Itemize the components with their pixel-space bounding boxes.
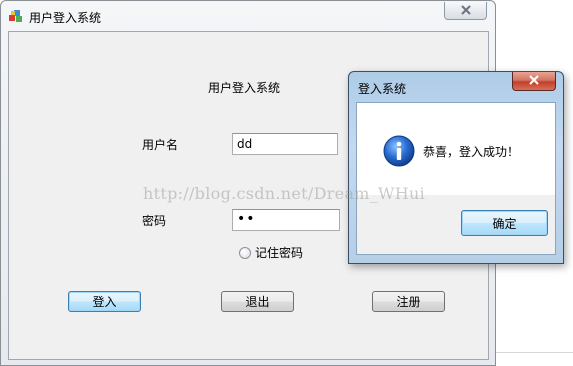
username-label: 用户名: [142, 138, 179, 152]
login-window-titlebar[interactable]: 用户登入系统: [1, 1, 495, 31]
register-button[interactable]: 注册: [372, 291, 445, 312]
exit-button[interactable]: 退出: [221, 291, 294, 312]
username-input[interactable]: dd: [232, 133, 338, 155]
remember-password-label: 记住密码: [255, 246, 304, 260]
message-area: 恭喜，登入成功！: [357, 103, 555, 195]
info-icon: [383, 135, 415, 167]
ok-button[interactable]: 确定: [461, 210, 548, 236]
login-window-title: 用户登入系统: [29, 11, 102, 25]
remember-password-option[interactable]: 记住密码: [239, 244, 303, 261]
password-input[interactable]: ••: [232, 209, 340, 231]
password-label: 密码: [142, 214, 167, 228]
close-icon: [528, 74, 540, 88]
message-text: 恭喜，登入成功！: [423, 145, 520, 159]
remember-password-radio[interactable]: [239, 246, 251, 259]
message-dialog-body: 恭喜，登入成功！ 确定: [356, 102, 556, 255]
background-divider: [496, 352, 573, 353]
message-dialog-title: 登入系统: [358, 82, 407, 96]
app-icon: [8, 8, 24, 24]
login-button[interactable]: 登入: [68, 291, 141, 312]
form-title: 用户登入系统: [208, 81, 281, 95]
close-icon: [460, 4, 472, 18]
login-window-close-button[interactable]: [444, 2, 487, 20]
message-dialog-close-button[interactable]: [512, 72, 556, 91]
message-dialog: 登入系统 恭喜，登入成功！ 确定: [348, 71, 564, 264]
